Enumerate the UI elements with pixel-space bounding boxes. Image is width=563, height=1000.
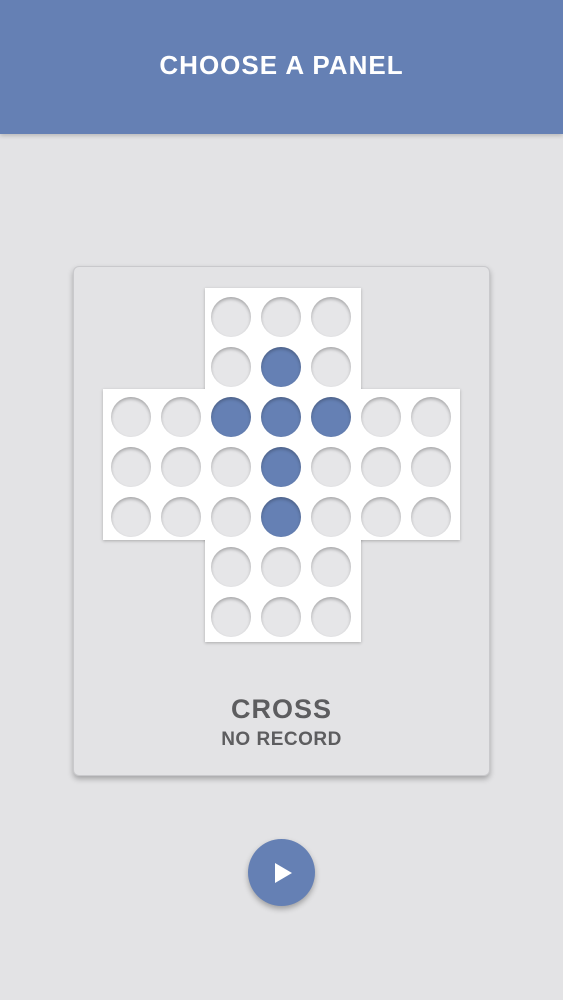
peg-board [103, 288, 460, 642]
empty-hole [211, 547, 251, 587]
peg [261, 497, 301, 537]
empty-hole [111, 497, 151, 537]
empty-hole [411, 447, 451, 487]
peg [261, 397, 301, 437]
empty-hole [311, 597, 351, 637]
empty-hole [311, 347, 351, 387]
peg [261, 347, 301, 387]
empty-hole [161, 397, 201, 437]
app-header: CHOOSE A PANEL [0, 0, 563, 134]
empty-hole [311, 447, 351, 487]
empty-hole [211, 597, 251, 637]
page-title: CHOOSE A PANEL [159, 50, 404, 80]
panel-card[interactable]: CROSS NO RECORD [73, 266, 490, 776]
play-icon [275, 862, 292, 883]
empty-hole [261, 547, 301, 587]
panel-record: NO RECORD [221, 729, 342, 750]
play-button[interactable] [248, 839, 315, 906]
empty-hole [111, 397, 151, 437]
empty-hole [261, 597, 301, 637]
empty-hole [361, 447, 401, 487]
empty-hole [411, 497, 451, 537]
empty-hole [311, 297, 351, 337]
empty-hole [211, 497, 251, 537]
empty-hole [211, 347, 251, 387]
panel-name: CROSS [230, 694, 333, 724]
empty-hole [111, 447, 151, 487]
empty-hole [161, 497, 201, 537]
empty-hole [261, 297, 301, 337]
empty-hole [311, 547, 351, 587]
empty-hole [361, 397, 401, 437]
peg [211, 397, 251, 437]
peg [261, 447, 301, 487]
empty-hole [361, 497, 401, 537]
empty-hole [411, 397, 451, 437]
empty-hole [161, 447, 201, 487]
empty-hole [311, 497, 351, 537]
empty-hole [211, 297, 251, 337]
empty-hole [211, 447, 251, 487]
peg [311, 397, 351, 437]
